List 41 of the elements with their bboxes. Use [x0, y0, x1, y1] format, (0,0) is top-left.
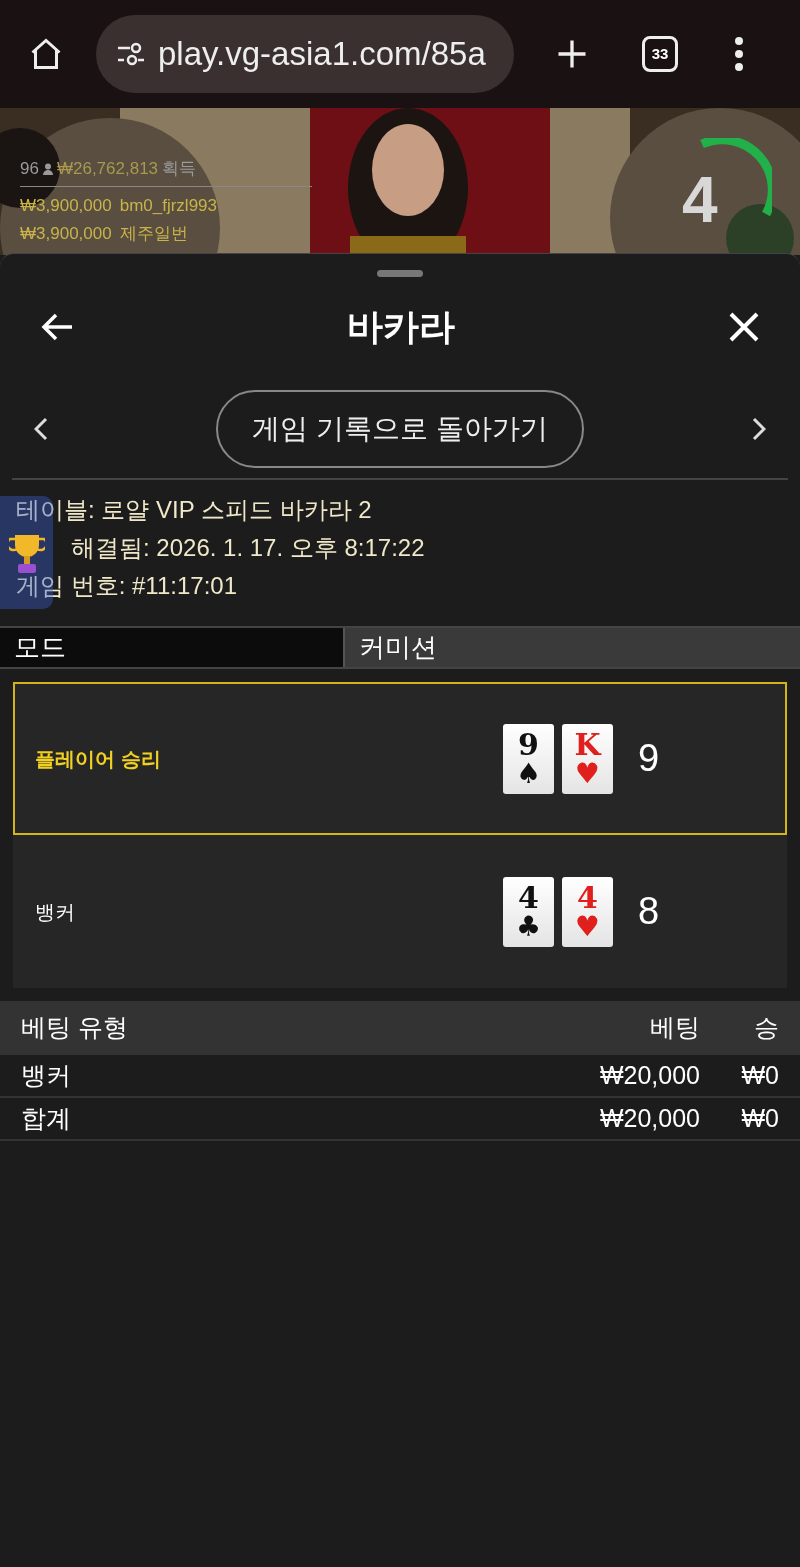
- mode-label: 모드: [0, 628, 345, 667]
- more-icon[interactable]: [734, 37, 744, 71]
- sheet-title: 바카라: [347, 305, 455, 349]
- winner-amount: ₩3,900,000: [20, 195, 112, 217]
- person-icon: [42, 162, 53, 175]
- won-label: 획득: [162, 158, 197, 180]
- hand-label: 뱅커: [35, 899, 76, 925]
- tab-count[interactable]: 33: [642, 36, 678, 72]
- column-header: 베팅: [649, 1012, 700, 1044]
- chevron-right-icon[interactable]: [752, 417, 766, 441]
- player-count: 96: [20, 158, 39, 180]
- table-cell-text: 뱅커: [21, 1059, 72, 1091]
- playing-card: 4 ♣: [503, 876, 554, 947]
- winner-amount: ₩3,900,000: [20, 223, 112, 245]
- table-cell-text: 합계: [21, 1102, 72, 1134]
- column-header: 베팅 유형: [21, 1012, 129, 1044]
- table-cell-text: ₩20,000: [598, 1102, 700, 1134]
- back-arrow-icon[interactable]: [40, 312, 74, 342]
- mode-value: 커미션: [345, 628, 800, 667]
- back-to-history-button[interactable]: 게임 기록으로 돌아가기: [216, 390, 584, 468]
- table-cell-text: ₩0: [740, 1102, 779, 1134]
- playing-card: 9 ♠: [503, 723, 554, 794]
- game-info-line: 테이블: 로얄 VIP 스피드 바카라 2: [16, 496, 373, 524]
- site-settings-icon: [116, 42, 146, 66]
- game-info-line: 해결됨: 2026. 1. 17. 오후 8:17:22: [70, 534, 426, 562]
- url-field[interactable]: play.vg-asia1.com/85a: [96, 15, 514, 93]
- column-header: 승: [753, 1012, 779, 1044]
- playing-card: K ♥: [562, 723, 613, 794]
- chevron-left-icon[interactable]: [34, 417, 48, 441]
- hand-label: 플레이어 승리: [35, 746, 162, 772]
- table-cell-text: ₩0: [740, 1059, 779, 1091]
- winner-name: 제주일번: [119, 223, 188, 245]
- close-icon[interactable]: [728, 311, 760, 343]
- drag-handle[interactable]: [377, 270, 423, 277]
- playing-card: 4 ♥: [562, 876, 613, 947]
- hand-score: 9: [638, 736, 660, 781]
- countdown: 4: [682, 168, 718, 232]
- winner-name: bm0_fjrzl993: [119, 195, 217, 217]
- table-cell-text: ₩20,000: [598, 1059, 700, 1091]
- hand-score: 8: [638, 889, 660, 934]
- game-info-line: 게임 번호: #11:17:01: [16, 572, 238, 600]
